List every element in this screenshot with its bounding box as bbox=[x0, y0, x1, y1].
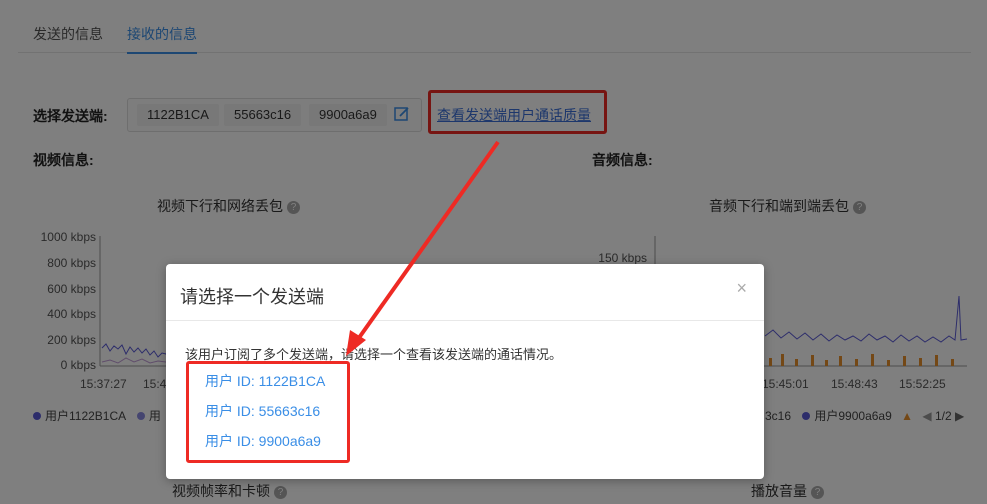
modal-divider bbox=[166, 320, 764, 321]
annotation-box-users bbox=[186, 361, 350, 463]
close-icon[interactable]: × bbox=[736, 278, 747, 299]
modal-title: 请选择一个发送端 bbox=[180, 287, 324, 307]
